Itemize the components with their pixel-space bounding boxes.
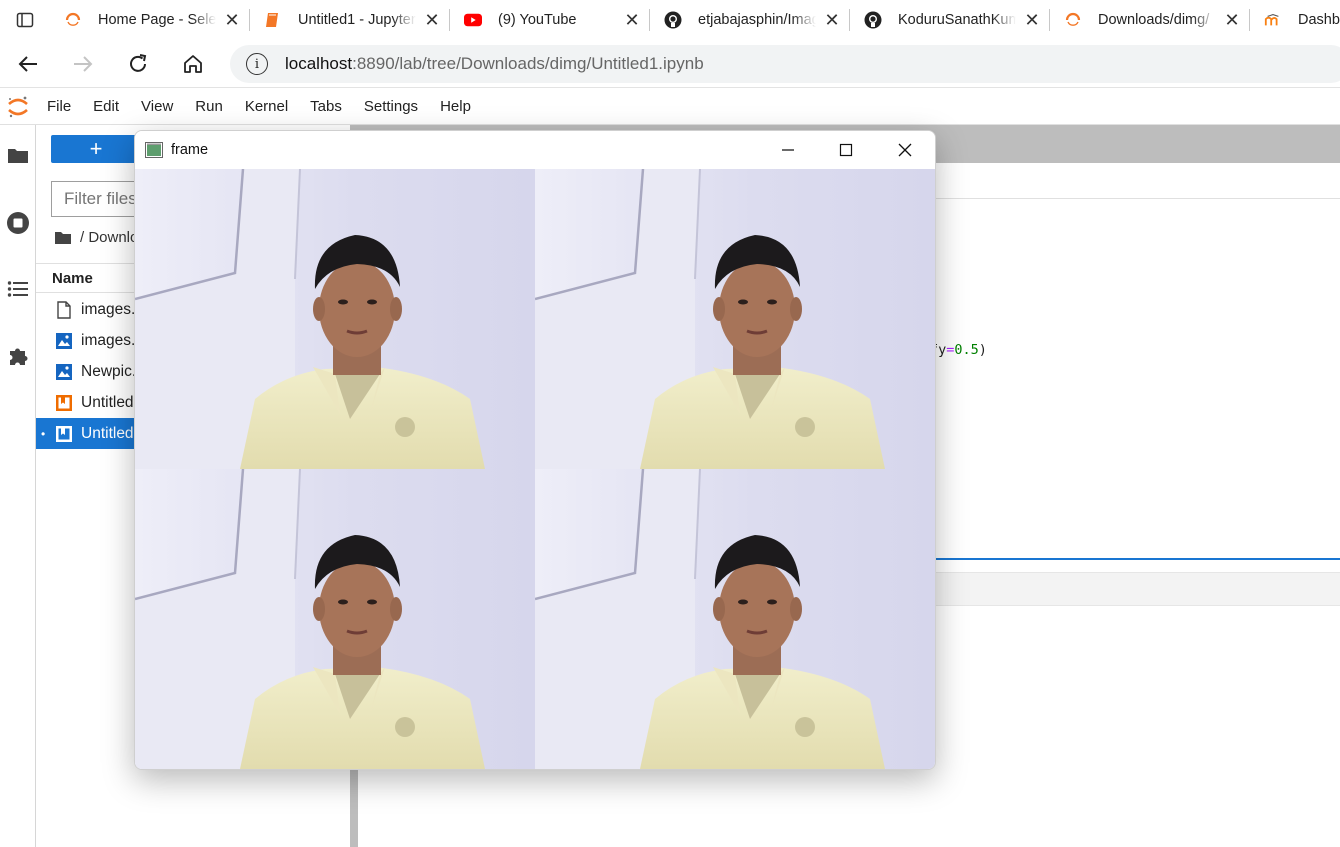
url-host: localhost xyxy=(285,54,353,73)
tab-actions-button[interactable] xyxy=(0,0,50,40)
jupyter-spinner-icon xyxy=(1064,11,1082,29)
moodle-icon xyxy=(1264,11,1282,29)
webcam-image xyxy=(135,169,535,469)
github-icon xyxy=(664,11,682,29)
menu-help[interactable]: Help xyxy=(429,98,482,115)
home-icon xyxy=(183,54,202,73)
browser-tab-strip: Home Page - Select or create a notebook … xyxy=(0,0,1340,40)
browser-tab[interactable]: Untitled1 - JupyterLab ✕ xyxy=(250,0,450,40)
tab-title: Untitled1 - JupyterLab xyxy=(298,12,416,28)
tab-close-icon[interactable]: ✕ xyxy=(224,10,240,31)
jupyter-logo-icon xyxy=(0,89,36,125)
notebook-icon xyxy=(56,425,72,442)
menu-settings[interactable]: Settings xyxy=(353,98,429,115)
window-title: frame xyxy=(171,142,209,158)
tab-close-icon[interactable]: ✕ xyxy=(1024,10,1040,31)
table-of-contents-icon[interactable] xyxy=(4,275,32,303)
menu-view[interactable]: View xyxy=(130,98,184,115)
browser-tab[interactable]: (9) YouTube ✕ xyxy=(450,0,650,40)
close-button[interactable] xyxy=(876,131,934,169)
file-icon xyxy=(57,300,71,319)
window-titlebar[interactable]: frame xyxy=(135,131,935,169)
minimize-icon xyxy=(782,149,794,151)
notebook-icon xyxy=(56,394,72,411)
webcam-frame-bottom-right xyxy=(535,469,935,769)
jupyter-menubar: File Edit View Run Kernel Tabs Settings … xyxy=(0,89,1340,125)
tab-title: etjabajasphin/ImageProcessing xyxy=(698,12,816,28)
running-sessions-icon[interactable] xyxy=(4,209,32,237)
browser-tab[interactable]: etjabajasphin/ImageProcessing ✕ xyxy=(650,0,850,40)
image-file-icon xyxy=(56,363,72,380)
jupyter-spinner-icon xyxy=(64,11,82,29)
site-info-icon[interactable]: i xyxy=(246,53,268,75)
webcam-frame-bottom-left xyxy=(135,469,535,769)
opencv-frame-window[interactable]: frame xyxy=(134,130,936,770)
new-launcher-button[interactable]: + xyxy=(51,135,141,163)
maximize-button[interactable] xyxy=(817,131,875,169)
browser-toolbar: i localhost:8890/lab/tree/Downloads/dimg… xyxy=(0,40,1340,88)
webcam-image xyxy=(135,469,535,769)
browser-tab[interactable]: Dashboard xyxy=(1250,0,1340,40)
address-bar[interactable]: i localhost:8890/lab/tree/Downloads/dimg… xyxy=(230,45,1340,83)
webcam-image xyxy=(535,169,935,469)
menu-file[interactable]: File xyxy=(36,98,82,115)
extension-manager-icon[interactable] xyxy=(4,342,32,370)
jupyter-book-icon xyxy=(264,11,282,29)
code-number: 0.5 xyxy=(954,342,979,358)
browser-tab[interactable]: Home Page - Select or create a notebook … xyxy=(50,0,250,40)
tab-title: Dashboard xyxy=(1298,12,1340,28)
tab-title: (9) YouTube xyxy=(498,12,577,28)
reload-icon xyxy=(129,53,146,72)
reload-button[interactable] xyxy=(110,40,165,88)
maximize-icon xyxy=(839,143,853,157)
tab-close-icon[interactable]: ✕ xyxy=(1224,10,1240,31)
menu-edit[interactable]: Edit xyxy=(82,98,130,115)
window-app-icon xyxy=(145,142,163,158)
tab-title: Home Page - Select or create a notebook xyxy=(98,12,216,28)
minimize-button[interactable] xyxy=(759,131,817,169)
browser-tab[interactable]: KoduruSanathKumar ✕ xyxy=(850,0,1050,40)
home-button[interactable] xyxy=(165,40,220,88)
code-cell-fragment[interactable]: fy=0.5) xyxy=(930,342,987,358)
image-file-icon xyxy=(56,332,72,349)
forward-arrow-icon xyxy=(73,55,92,72)
running-indicator-dot: • xyxy=(41,426,46,441)
youtube-icon xyxy=(464,11,482,29)
webcam-image xyxy=(535,469,935,769)
left-activity-bar xyxy=(0,125,36,847)
menu-run[interactable]: Run xyxy=(184,98,234,115)
github-icon xyxy=(864,11,882,29)
tab-actions-icon xyxy=(16,12,34,28)
tab-title: Downloads/dimg/ xyxy=(1098,12,1210,28)
tab-close-icon[interactable]: ✕ xyxy=(624,10,640,31)
tab-title: KoduruSanathKumar xyxy=(898,12,1016,28)
webcam-frame-top-right xyxy=(535,169,935,469)
close-icon xyxy=(898,143,912,157)
folder-icon[interactable] xyxy=(54,230,72,245)
url-path: :8890/lab/tree/Downloads/dimg/Untitled1.… xyxy=(352,54,704,73)
menu-kernel[interactable]: Kernel xyxy=(234,98,299,115)
forward-button[interactable] xyxy=(55,40,110,88)
webcam-frame-grid xyxy=(135,169,935,769)
back-button[interactable] xyxy=(0,40,55,88)
browser-tab[interactable]: Downloads/dimg/ ✕ xyxy=(1050,0,1250,40)
back-arrow-icon xyxy=(18,55,37,72)
code-token: ) xyxy=(978,342,987,358)
tab-close-icon[interactable]: ✕ xyxy=(424,10,440,31)
tab-close-icon[interactable]: ✕ xyxy=(824,10,840,31)
menu-tabs[interactable]: Tabs xyxy=(299,98,353,115)
folder-icon[interactable] xyxy=(4,141,32,169)
webcam-frame-top-left xyxy=(135,169,535,469)
